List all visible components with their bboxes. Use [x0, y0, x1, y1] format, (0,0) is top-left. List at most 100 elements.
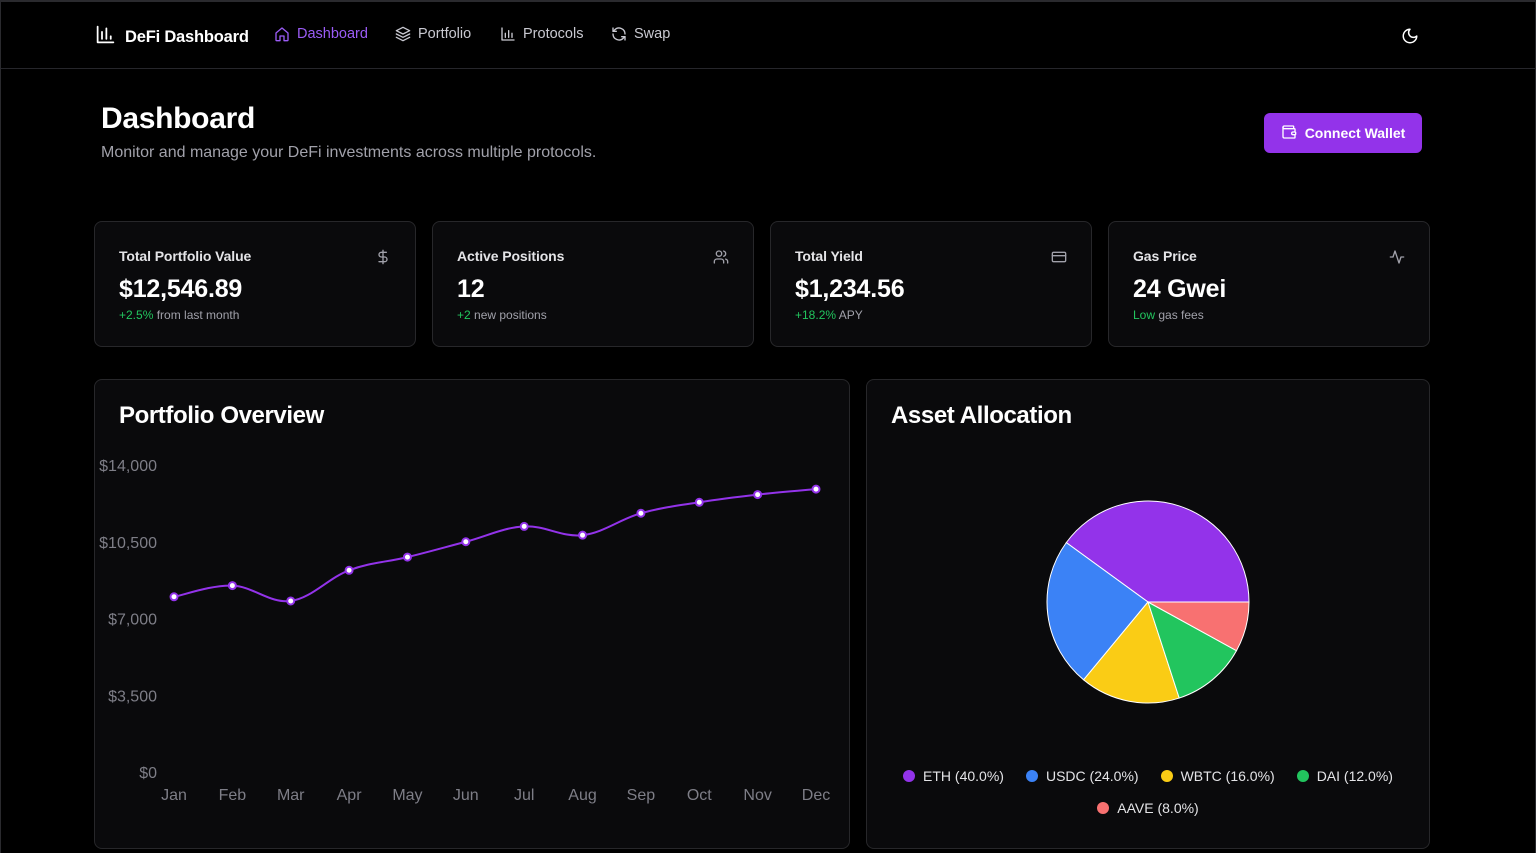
nav-portfolio[interactable]: Portfolio — [395, 26, 471, 42]
x-tick-label: Sep — [627, 787, 656, 804]
legend-label: ETH (40.0%) — [923, 768, 1004, 784]
data-point[interactable] — [286, 596, 296, 606]
legend-swatch — [1097, 802, 1110, 814]
nav-portfolio-label: Portfolio — [418, 26, 472, 42]
stat-note-text: from last month — [153, 308, 240, 322]
home-icon — [274, 26, 290, 42]
legend-item-eth[interactable]: ETH (40.0%) — [903, 768, 1004, 784]
x-tick-label: Feb — [219, 787, 247, 804]
users-icon — [713, 249, 729, 265]
theme-toggle-button[interactable] — [1401, 27, 1419, 45]
top-navbar: DeFi Dashboard Dashboard Portfolio Proto… — [1, 2, 1536, 69]
x-tick-label: Nov — [743, 787, 771, 804]
legend-swatch — [1025, 770, 1038, 782]
stat-label: Total Portfolio Value — [119, 248, 252, 264]
stat-card-total-yield: Total Yield $1,234.56 +18.2% APY — [770, 221, 1092, 347]
data-point[interactable] — [753, 490, 763, 500]
data-point[interactable] — [519, 521, 529, 531]
page-subtitle: Monitor and manage your DeFi investments… — [101, 144, 597, 161]
stat-note: +2.5% from last month — [119, 308, 239, 322]
credit-card-icon — [1051, 249, 1067, 265]
asset-allocation-pie-chart — [1046, 500, 1250, 704]
legend-swatch — [1296, 770, 1309, 782]
data-point[interactable] — [461, 537, 471, 547]
legend-label: DAI (12.0%) — [1316, 768, 1393, 784]
stat-card-portfolio-value: Total Portfolio Value $12,546.89 +2.5% f… — [94, 221, 416, 347]
stat-change: +2 — [457, 308, 471, 322]
stat-value: 12 — [457, 275, 485, 303]
legend-item-dai[interactable]: DAI (12.0%) — [1296, 768, 1393, 784]
y-tick-label: $3,500 — [108, 688, 157, 705]
pie-legend: ETH (40.0%) USDC (24.0%) WBTC (16.0%) DAI (… — [867, 768, 1429, 816]
brand-title: DeFi Dashboard — [125, 27, 249, 46]
portfolio-line-chart: $0 $3,500 $7,000 $10,500 $14,000 Jan Feb Mar Apr… — [99, 458, 830, 804]
stat-note: +18.2% APY — [795, 308, 863, 322]
stat-value: 24 Gwei — [1133, 275, 1227, 303]
legend-item-aave[interactable]: AAVE (8.0%) — [1097, 800, 1199, 816]
y-tick-label: $14,000 — [99, 458, 157, 475]
stat-note: Low gas fees — [1133, 308, 1204, 322]
stat-note: +2 new positions — [457, 308, 547, 322]
portfolio-overview-card: Portfolio Overview $0 $3,500 $7,000 $10,500… — [94, 379, 850, 849]
refresh-icon — [611, 26, 627, 42]
data-point[interactable] — [694, 497, 704, 507]
legend-label: AAVE (8.0%) — [1117, 800, 1199, 816]
layers-icon — [395, 26, 411, 42]
data-point[interactable] — [578, 530, 588, 540]
stat-note-text: gas fees — [1155, 308, 1204, 322]
nav-dashboard-label: Dashboard — [297, 26, 368, 42]
legend-item-wbtc[interactable]: WBTC (16.0%) — [1160, 768, 1275, 784]
x-tick-label: Aug — [568, 787, 596, 804]
legend-swatch — [1160, 770, 1173, 782]
y-tick-label: $7,000 — [108, 612, 157, 629]
stat-value: $1,234.56 — [795, 275, 905, 303]
legend-label: WBTC (16.0%) — [1180, 768, 1275, 784]
data-point[interactable] — [811, 484, 821, 494]
x-tick-label: Mar — [277, 787, 305, 804]
stat-card-gas-price: Gas Price 24 Gwei Low gas fees — [1108, 221, 1430, 347]
wallet-icon — [1281, 124, 1297, 143]
stat-card-active-positions: Active Positions 12 +2 new positions — [432, 221, 754, 347]
nav-protocols[interactable]: Protocols — [500, 26, 583, 42]
legend-label: USDC (24.0%) — [1045, 768, 1139, 784]
stat-change: +18.2% — [795, 308, 837, 322]
stat-change: Low — [1133, 308, 1156, 322]
data-point[interactable] — [169, 592, 179, 602]
data-point[interactable] — [402, 552, 412, 562]
x-tick-label: Jul — [514, 787, 534, 804]
stat-label: Active Positions — [457, 248, 565, 264]
brand[interactable]: DeFi Dashboard — [95, 24, 249, 50]
x-tick-label: Jun — [453, 787, 479, 804]
connect-wallet-button[interactable]: Connect Wallet — [1264, 113, 1422, 153]
x-tick-label: Jan — [161, 787, 187, 804]
x-tick-label: Apr — [337, 787, 363, 804]
page-title: Dashboard — [101, 102, 255, 135]
asset-allocation-card: Asset Allocation ETH (40.0%) USDC (24.0%)… — [866, 379, 1430, 849]
connect-wallet-label: Connect Wallet — [1304, 125, 1406, 141]
nav-swap[interactable]: Swap — [611, 26, 670, 42]
portfolio-series-line — [173, 488, 817, 603]
stat-label: Total Yield — [795, 248, 863, 264]
stat-label: Gas Price — [1133, 248, 1197, 264]
nav-swap-label: Swap — [634, 26, 671, 42]
app-window: DeFi Dashboard Dashboard Portfolio Proto… — [0, 0, 1536, 853]
nav-protocols-label: Protocols — [523, 26, 584, 42]
bar-chart-logo-icon — [95, 24, 116, 50]
stat-change: +2.5% — [119, 308, 154, 322]
y-tick-label: $10,500 — [99, 535, 157, 552]
legend-item-usdc[interactable]: USDC (24.0%) — [1025, 768, 1139, 784]
dollar-icon — [375, 249, 391, 265]
stat-note-text: new positions — [470, 308, 547, 322]
x-tick-label: Oct — [687, 787, 712, 804]
data-point[interactable] — [636, 508, 646, 518]
x-tick-label: May — [392, 787, 422, 804]
data-point[interactable] — [227, 581, 237, 591]
y-tick-label: $0 — [139, 765, 157, 782]
data-point[interactable] — [344, 565, 354, 575]
stat-value: $12,546.89 — [119, 275, 243, 303]
moon-icon — [1401, 28, 1419, 49]
stat-note-text: APY — [836, 308, 863, 322]
activity-icon — [1389, 249, 1405, 265]
nav-dashboard[interactable]: Dashboard — [274, 26, 368, 42]
bar-chart-icon — [500, 26, 516, 42]
